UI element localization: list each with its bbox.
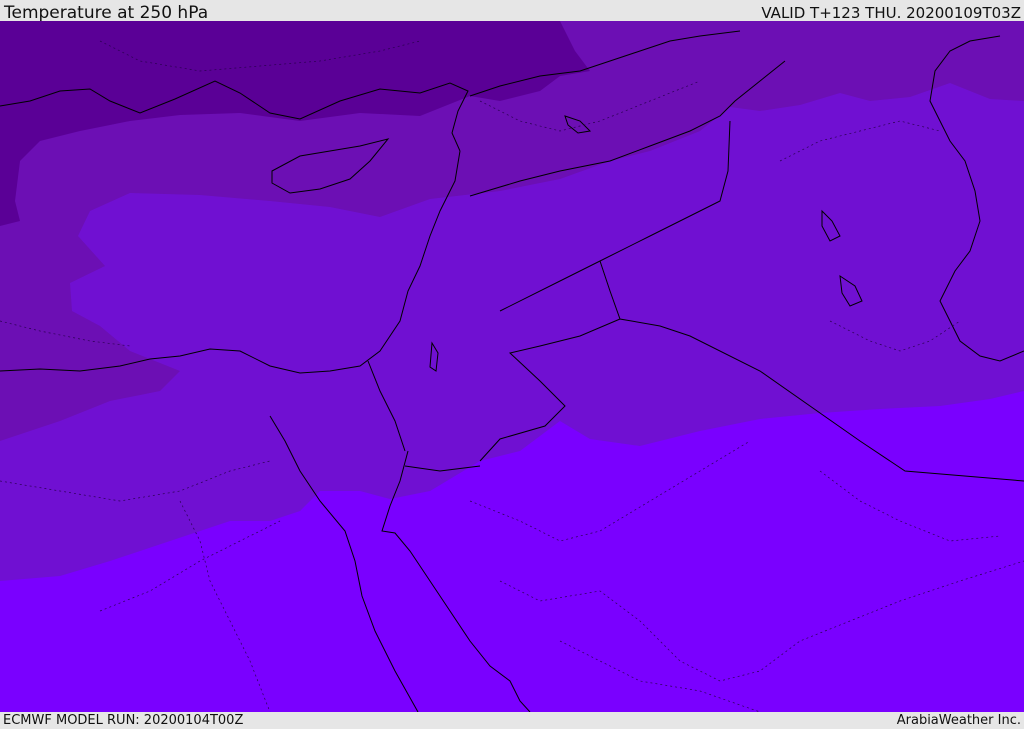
map-canvas[interactable] — [0, 21, 1024, 712]
valid-time: VALID T+123 THU. 20200109T03Z — [761, 4, 1021, 22]
model-run-label: ECMWF MODEL RUN: 20200104T00Z — [3, 713, 244, 728]
map-title: Temperature at 250 hPa — [4, 3, 209, 23]
credit-label: ArabiaWeather Inc. — [896, 713, 1021, 728]
map-svg — [0, 21, 1024, 712]
map-footer: ECMWF MODEL RUN: 20200104T00Z ArabiaWeat… — [0, 712, 1024, 729]
map-header: Temperature at 250 hPa VALID T+123 THU. … — [0, 0, 1024, 23]
